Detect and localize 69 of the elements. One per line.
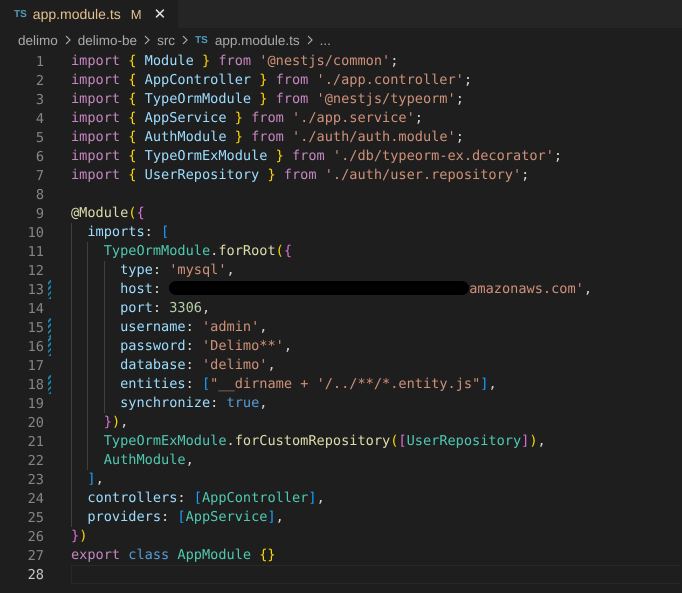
line-number: 21 xyxy=(26,434,44,450)
code-line: host: amazonaws.com', xyxy=(71,280,592,299)
typescript-icon: TS xyxy=(14,8,27,20)
code-line: import { UserRepository } from './auth/user.repository'; xyxy=(71,166,530,185)
line-number: 18 xyxy=(26,376,44,392)
breadcrumb-item[interactable]: app.module.ts xyxy=(214,32,300,48)
code-line: TypeOrmModule.forRoot({ xyxy=(71,242,292,261)
code-line: AuthModule, xyxy=(71,451,194,470)
code-line: entities: ["__dirname + '/../**/*.entity.js"], xyxy=(71,375,497,394)
line-number: 6 xyxy=(34,148,44,164)
code-line: @Module({ xyxy=(71,204,145,223)
code-line: type: 'mysql', xyxy=(71,261,235,280)
code-line: import { AuthModule } from './auth/auth.module'; xyxy=(71,128,464,147)
line-number: 13 xyxy=(26,282,44,298)
chevron-right-icon xyxy=(180,34,190,46)
code-line: }) xyxy=(71,527,88,546)
close-button[interactable]: ✕ xyxy=(152,5,168,23)
line-number: 22 xyxy=(26,452,44,468)
line-number: 9 xyxy=(34,206,44,222)
file-tab[interactable]: TS app.module.ts M ✕ xyxy=(0,0,178,28)
code-line: }), xyxy=(71,413,128,432)
code-line: import { AppService } from './app.service'; xyxy=(71,109,423,128)
line-number: 8 xyxy=(34,186,44,202)
code-line: ], xyxy=(71,470,104,489)
code-line: synchronize: true, xyxy=(71,394,268,413)
breadcrumb-item[interactable]: delimo-be xyxy=(78,32,138,48)
breadcrumb-item[interactable]: src xyxy=(157,32,176,48)
line-number: 20 xyxy=(26,414,44,430)
breadcrumb-item[interactable]: delimo xyxy=(18,32,58,48)
code-line: import { TypeOrmExModule } from './db/typeorm-ex.decorator'; xyxy=(71,147,562,166)
code-line: password: 'Delimo**', xyxy=(71,337,292,356)
line-number: 5 xyxy=(34,130,44,146)
line-number: 28 xyxy=(26,566,44,582)
line-number: 19 xyxy=(26,396,44,412)
line-number: 12 xyxy=(26,262,44,278)
line-number: 17 xyxy=(26,358,44,374)
line-number: 2 xyxy=(34,72,44,88)
code-line: controllers: [AppController], xyxy=(71,489,325,508)
typescript-icon: TS xyxy=(195,34,208,46)
line-number: 27 xyxy=(26,548,44,564)
code-line: providers: [AppService], xyxy=(71,508,284,527)
line-number: 14 xyxy=(26,300,44,316)
tab-title: app.module.ts xyxy=(32,6,121,22)
line-number: 11 xyxy=(26,244,44,260)
line-number: 23 xyxy=(26,472,44,488)
chevron-right-icon xyxy=(142,34,152,46)
line-number: 25 xyxy=(26,510,44,526)
line-number: 16 xyxy=(26,338,44,354)
line-number: 24 xyxy=(26,490,44,506)
line-number: 4 xyxy=(34,110,44,126)
chevron-right-icon xyxy=(304,34,315,46)
breadcrumb-item[interactable]: ... xyxy=(320,32,331,48)
code-line: import { AppController } from './app.controller'; xyxy=(71,71,472,90)
code-line: port: 3306, xyxy=(71,299,210,318)
modified-indicator: M xyxy=(130,6,142,22)
code-line: username: 'admin', xyxy=(71,318,268,337)
line-number: 3 xyxy=(34,92,44,108)
line-number: 15 xyxy=(26,320,44,336)
code-line: imports: [ xyxy=(71,223,170,242)
code-line: import { Module } from '@nestjs/common'; xyxy=(71,52,398,71)
code-line: export class AppModule {} xyxy=(71,546,276,565)
code-line: TypeOrmExModule.forCustomRepository([UserRepository]), xyxy=(71,432,546,451)
line-number: 10 xyxy=(26,224,44,240)
chevron-right-icon xyxy=(62,34,73,46)
line-number: 26 xyxy=(26,528,44,544)
line-number: 1 xyxy=(34,54,44,70)
code-line: import { TypeOrmModule } from '@nestjs/typeorm'; xyxy=(71,90,464,109)
code-line: database: 'delimo', xyxy=(71,356,276,375)
line-number: 7 xyxy=(34,168,44,184)
